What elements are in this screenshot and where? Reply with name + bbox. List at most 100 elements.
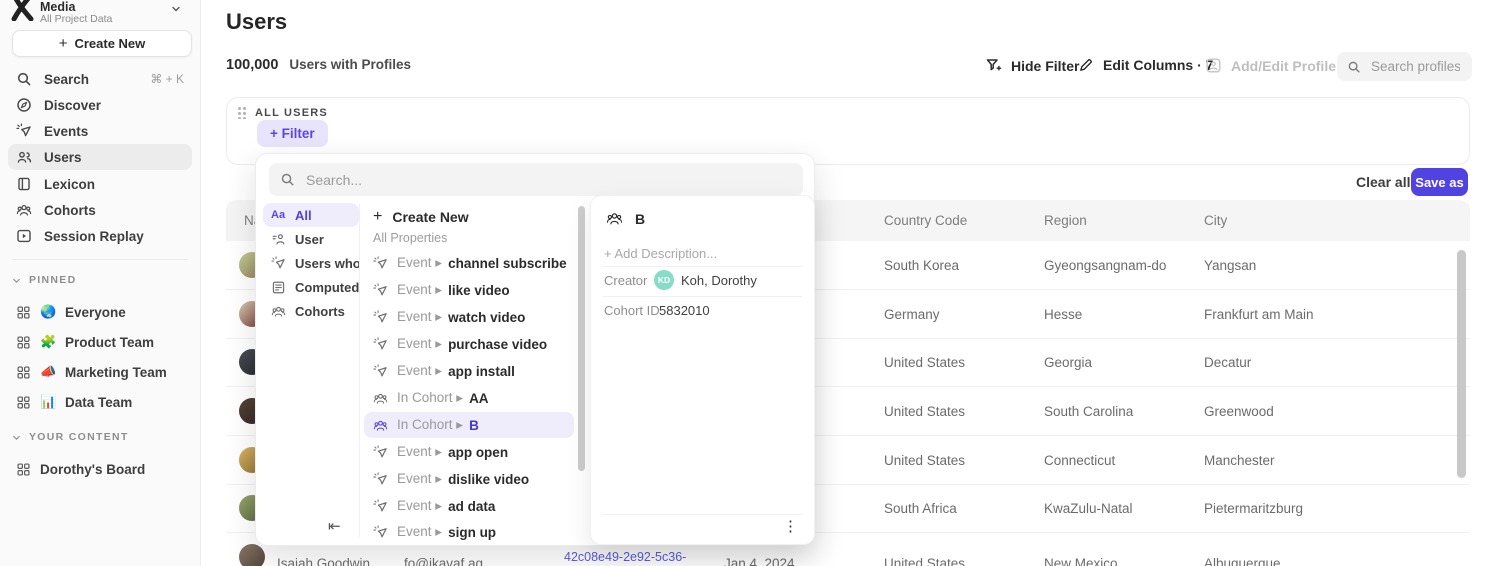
collapse-panel-icon[interactable]: ⇤ (328, 517, 341, 535)
project-name: All Project Data (40, 13, 112, 25)
dropdown-item-watch-video[interactable]: Event ▸ watch video (364, 304, 574, 330)
add-description-button[interactable]: + Add Description... (604, 246, 717, 261)
app-window: Media All Project Data + Create New Sear… (0, 0, 1500, 566)
avatar (239, 544, 265, 566)
workspace-name[interactable]: Media (40, 0, 75, 14)
dropdown-item-like-video[interactable]: Event ▸ like video (364, 277, 574, 303)
search-shortcut: ⌘ + K (150, 72, 184, 86)
book-icon (16, 176, 32, 192)
chevron-down-icon (12, 276, 21, 285)
pinned-section-header[interactable]: PINNED (12, 274, 76, 286)
sidebar-item-cohorts[interactable]: Cohorts (8, 197, 192, 223)
edit-columns-button[interactable]: Edit Columns · 7 (1078, 57, 1213, 73)
divider (603, 296, 802, 297)
event-icon (373, 445, 388, 460)
dropdown-item-channel-subscribe[interactable]: Event ▸ channel subscribe (364, 250, 574, 276)
sidebar-item-discover[interactable]: Discover (8, 92, 192, 118)
cell-city: Frankfurt am Main (1204, 290, 1314, 339)
search-profiles-box[interactable] (1337, 52, 1472, 81)
profile-count-label: Users with Profiles (289, 57, 411, 72)
tab-all[interactable]: Aa All (263, 203, 359, 227)
divider (603, 266, 802, 267)
search-icon (280, 172, 295, 187)
cohort-detail-pane: B + Add Description... Creator KD Koh, D… (591, 196, 814, 544)
tab-computed[interactable]: Computed (263, 275, 359, 299)
cohorts-icon (271, 304, 286, 319)
add-filter-button[interactable]: + Filter (257, 120, 328, 147)
sidebar-item-data-team[interactable]: 📊 Data Team (8, 388, 192, 416)
dropdown-scrollbar[interactable] (578, 206, 585, 471)
profile-count: 100,000 Users with Profiles (226, 57, 411, 73)
dropdown-item-dislike-video[interactable]: Event ▸ dislike video (364, 466, 574, 492)
your-content-section-header[interactable]: YOUR CONTENT (12, 431, 129, 443)
sidebar-item-dorothys-board[interactable]: Dorothy's Board (8, 455, 192, 483)
dropdown-create-new[interactable]: + Create New (364, 204, 574, 230)
segment-label: ALL USERS (255, 107, 328, 119)
tab-cohorts[interactable]: Cohorts (263, 299, 359, 323)
dropdown-item-purchase-video[interactable]: Event ▸ purchase video (364, 331, 574, 357)
cell-distinct-id[interactable]: 42c08e49-2e92-5c36- 9a73-a84eb8684fa3 (564, 550, 686, 566)
profile-count-number: 100,000 (226, 57, 278, 73)
sidebar-item-search[interactable]: Search ⌘ + K (8, 66, 192, 92)
cell-country-code: Germany (884, 290, 940, 339)
sidebar-item-marketing-team[interactable]: 📣 Marketing Team (8, 358, 192, 386)
event-icon (373, 472, 388, 487)
create-new-button[interactable]: + Create New (12, 30, 192, 57)
cell-country-code: United States (884, 338, 965, 387)
cell-region: Gyeongsangnam-do (1044, 241, 1166, 290)
clear-all-button[interactable]: Clear all (1356, 174, 1410, 190)
dropdown-item-app-install[interactable]: Event ▸ app install (364, 358, 574, 384)
creator-avatar: KD (654, 270, 674, 290)
dropdown-item-ad-data[interactable]: Event ▸ ad data (364, 493, 574, 519)
sidebar-item-events[interactable]: Events (8, 118, 192, 144)
event-icon (271, 256, 286, 271)
sidebar-item-session-replay[interactable]: Session Replay (8, 223, 192, 249)
tab-users-who-did[interactable]: Users who di... (263, 251, 359, 275)
column-header-city[interactable]: City (1204, 200, 1227, 241)
drag-handle-icon[interactable] (237, 106, 246, 119)
hide-filter-button[interactable]: Hide Filter (985, 57, 1079, 74)
event-icon (373, 256, 388, 271)
more-options-icon[interactable]: ⋮ (783, 517, 798, 535)
cell-region: KwaZulu-Natal (1044, 484, 1133, 533)
sidebar-item-everyone[interactable]: 🌏 Everyone (8, 298, 192, 326)
board-grid-icon (16, 395, 31, 410)
dropdown-search-input[interactable] (304, 171, 792, 189)
cell-country-code: United States (884, 387, 965, 436)
dropdown-item-app-open[interactable]: Event ▸ app open (364, 439, 574, 465)
cell-country-code: South Korea (884, 241, 959, 290)
dropdown-divider (359, 204, 360, 537)
table-scrollbar[interactable] (1457, 250, 1466, 478)
sidebar-item-product-team[interactable]: 🧩 Product Team (8, 328, 192, 356)
tab-user[interactable]: User (263, 227, 359, 251)
dropdown-search-box[interactable] (269, 163, 803, 196)
sidebar: Media All Project Data + Create New Sear… (0, 0, 201, 566)
dropdown-item-sign-up[interactable]: Event ▸ sign up (364, 519, 574, 545)
cohort-id-label: Cohort ID (604, 300, 660, 322)
dropdown-item-cohort-aa[interactable]: In Cohort ▸ AA (364, 385, 574, 411)
board-grid-icon (16, 365, 31, 380)
cell-country-code: United States (884, 436, 965, 485)
profile-badge-icon (1205, 57, 1222, 74)
cohort-id-value: 5832010 (659, 300, 710, 322)
workspace-logo-icon[interactable] (8, 0, 36, 21)
dropdown-item-cohort-b[interactable]: In Cohort ▸ B (364, 412, 574, 438)
cell-country-code: South Africa (884, 484, 957, 533)
event-icon (373, 337, 388, 352)
cohort-icon (373, 391, 388, 406)
cohorts-icon (16, 202, 32, 218)
computed-icon (271, 280, 286, 295)
column-header-country-code[interactable]: Country Code (884, 200, 967, 241)
add-edit-profile-button[interactable]: Add/Edit Profile (1205, 57, 1336, 74)
users-icon (16, 149, 32, 165)
sidebar-item-lexicon[interactable]: Lexicon (8, 171, 192, 197)
compass-icon (16, 97, 32, 113)
globe-emoji-icon: 🌏 (40, 304, 56, 320)
workspace-chevron-icon[interactable] (170, 3, 182, 15)
sidebar-item-users[interactable]: Users (8, 144, 192, 170)
sidebar-divider (12, 259, 188, 260)
cell-region: Connecticut (1044, 436, 1115, 485)
search-profiles-input[interactable] (1369, 58, 1462, 75)
column-header-region[interactable]: Region (1044, 200, 1087, 241)
save-as-button[interactable]: Save as (1411, 168, 1468, 196)
